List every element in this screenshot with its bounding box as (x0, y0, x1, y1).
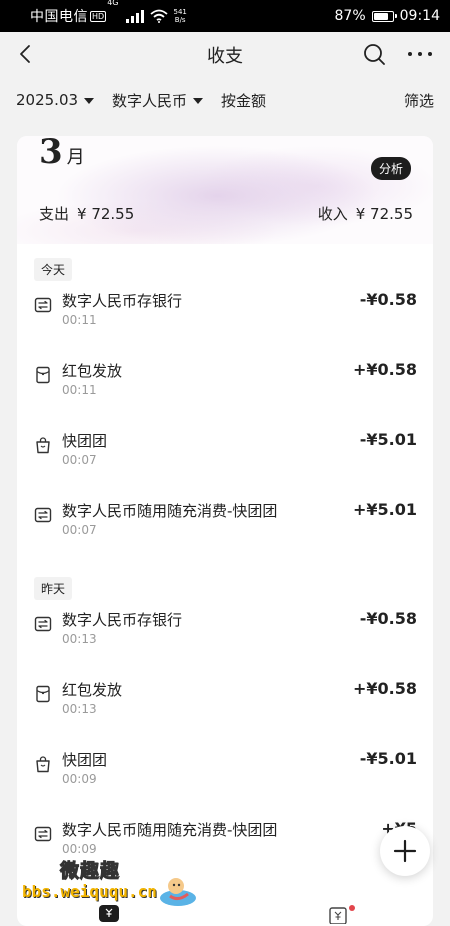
transaction-amount: -¥0.58 (359, 290, 417, 309)
plus-icon (393, 839, 417, 863)
transactions-card: 3 月 分析 支出 ¥ 72.55 收入 ¥ 72.55 今天 昨天 数字人民币存银… (17, 136, 433, 926)
transfer-icon (34, 506, 52, 524)
tab-bar (0, 900, 450, 924)
expense-label: 支出 (39, 205, 70, 223)
month-summary: 3 月 分析 支出 ¥ 72.55 收入 ¥ 72.55 (17, 136, 433, 244)
transaction-row[interactable]: 数字人民币随用随充消费-快团团 00:07 +¥5.01 (17, 500, 433, 556)
transaction-amount: +¥0.58 (352, 360, 417, 379)
income-total: 收入 ¥ 72.55 (318, 203, 413, 224)
wallet-tab-icon[interactable] (97, 902, 121, 922)
shopping-bag-icon (34, 755, 52, 773)
income-value: ¥ 72.55 (355, 205, 413, 223)
red-packet-icon (34, 685, 52, 703)
transaction-row[interactable]: 红包发放 00:11 +¥0.58 (17, 360, 433, 416)
transaction-row[interactable]: 快团团 00:07 -¥5.01 (17, 430, 433, 486)
transaction-name: 红包发放 (62, 681, 123, 699)
carrier-name: 中国电信 (30, 9, 88, 25)
speed-value: 541 (173, 8, 187, 16)
transaction-time: 00:11 (62, 313, 97, 327)
month-filter-label: 2025.03 (16, 91, 79, 109)
transaction-amount: +¥5.01 (352, 500, 417, 519)
nav-bar: 收支 (0, 32, 450, 78)
transaction-row[interactable]: 红包发放 00:13 +¥0.58 (17, 679, 433, 735)
transaction-time: 00:13 (62, 702, 97, 716)
transaction-time: 00:07 (62, 523, 97, 537)
transaction-amount: -¥0.58 (359, 609, 417, 628)
transaction-time: 00:07 (62, 453, 97, 467)
month-number: 3 (39, 136, 63, 172)
transaction-name: 数字人民币随用随充消费-快团团 (62, 821, 278, 839)
red-packet-icon (34, 366, 52, 384)
transaction-name: 红包发放 (62, 362, 123, 380)
section-label-today: 今天 (34, 258, 73, 281)
transfer-icon (34, 296, 52, 314)
status-bar: 中国电信 HD 4G 541 B/s 87% 09:14 (0, 0, 450, 32)
sort-mode-filter[interactable]: 按金额 (221, 90, 266, 111)
watermark-title: 微趣趣 (59, 860, 121, 883)
wifi-icon (150, 9, 169, 23)
transaction-name: 快团团 (62, 432, 108, 450)
transaction-name: 数字人民币随用随充消费-快团团 (62, 502, 278, 520)
analyze-button[interactable]: 分析 (371, 157, 412, 180)
signal-icon (126, 9, 145, 23)
income-label: 收入 (317, 205, 348, 223)
transaction-row[interactable]: 数字人民币存银行 00:13 -¥0.58 (17, 609, 433, 665)
transfer-icon (34, 825, 52, 843)
chevron-left-icon[interactable] (14, 42, 38, 66)
transaction-name: 数字人民币存银行 (62, 292, 183, 310)
transaction-amount: -¥5.01 (359, 430, 417, 449)
bills-tab-icon[interactable] (328, 904, 356, 924)
clock: 09:14 (399, 8, 440, 24)
transaction-name: 快团团 (62, 751, 108, 769)
transaction-row[interactable]: 数字人民币存银行 00:11 -¥0.58 (17, 290, 433, 346)
transaction-row[interactable]: 快团团 00:09 -¥5.01 (17, 749, 433, 805)
battery-percent: 87% (334, 8, 366, 24)
battery-icon (371, 10, 397, 22)
expense-value: ¥ 72.55 (77, 205, 135, 223)
expense-total: 支出 ¥ 72.55 (39, 203, 134, 224)
transaction-amount: -¥5.01 (359, 749, 417, 768)
network-type: 4G (107, 0, 119, 7)
month-filter[interactable]: 2025.03 (16, 91, 95, 109)
currency-filter-label: 数字人民币 (112, 91, 188, 110)
caret-down-icon (84, 98, 95, 104)
screen-button[interactable]: 筛选 (404, 90, 434, 111)
hd-badge: HD (90, 10, 107, 22)
month-unit: 月 (66, 147, 85, 168)
currency-filter[interactable]: 数字人民币 (112, 90, 204, 111)
transaction-amount: +¥0.58 (352, 679, 417, 698)
month-heading: 3 月 (39, 136, 85, 172)
sort-mode-label: 按金额 (221, 91, 267, 110)
transfer-icon (34, 615, 52, 633)
transaction-time: 00:11 (62, 383, 97, 397)
search-icon[interactable] (362, 42, 386, 66)
transaction-time: 00:13 (62, 632, 97, 646)
add-record-button[interactable] (380, 826, 430, 876)
filter-bar: 2025.03 数字人民币 按金额 筛选 (0, 78, 450, 122)
transaction-name: 数字人民币存银行 (62, 611, 183, 629)
more-dots-icon[interactable] (408, 52, 432, 56)
watermark-url: bbs.weiququ.cn (22, 882, 157, 901)
network-speed: 541 B/s (173, 8, 186, 24)
transaction-time: 00:09 (62, 772, 97, 786)
speed-unit: B/s (174, 16, 186, 24)
caret-down-icon (193, 98, 204, 104)
section-label-yesterday: 昨天 (34, 577, 73, 600)
shopping-bag-icon (34, 436, 52, 454)
